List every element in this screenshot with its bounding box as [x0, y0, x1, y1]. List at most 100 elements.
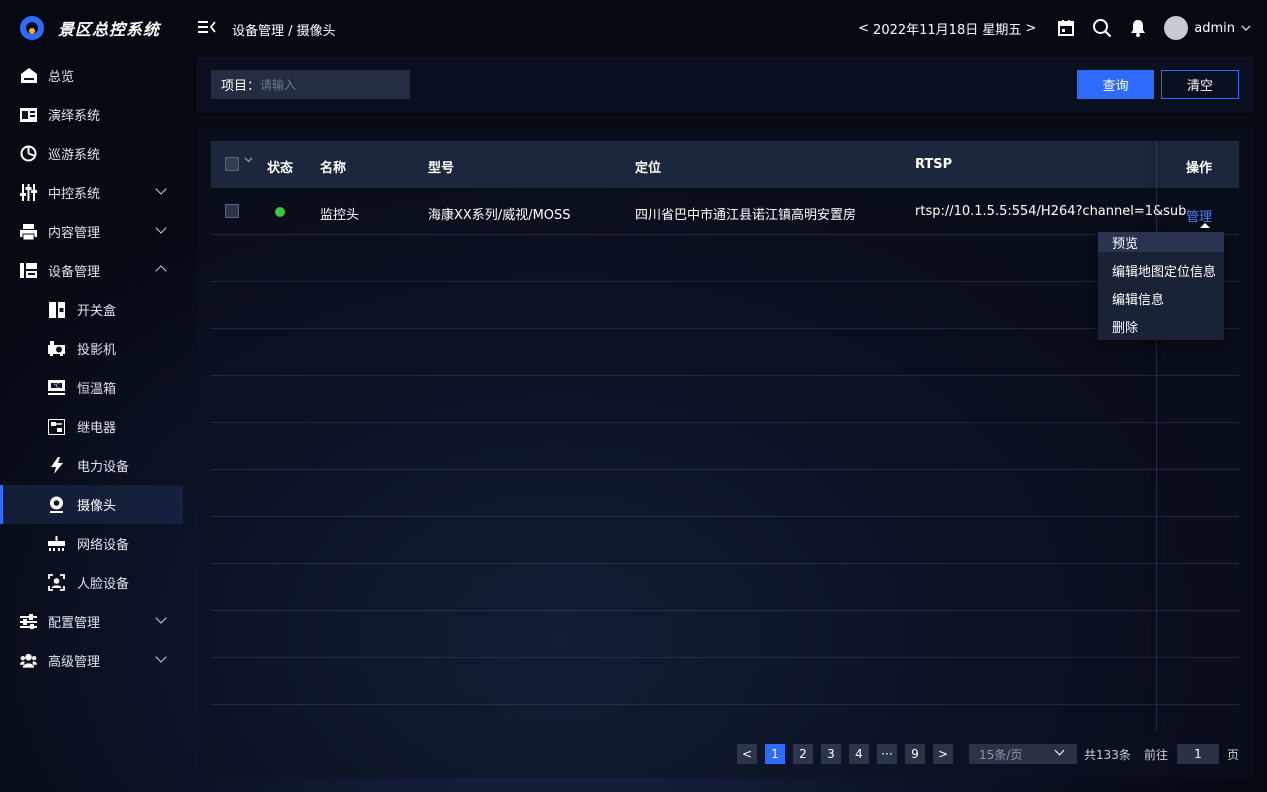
row-checkbox[interactable]: [225, 204, 239, 218]
page-size-value: 15条/页: [979, 747, 1023, 762]
table-row-empty: [211, 658, 1239, 705]
sidebar-subitem-network[interactable]: 网络设备: [0, 524, 183, 563]
column-header-rtsp: RTSP: [915, 157, 953, 172]
next-page-button[interactable]: >: [933, 744, 953, 764]
bell-icon[interactable]: [1128, 18, 1148, 38]
camera-icon: [48, 496, 65, 513]
page-button-1[interactable]: 1: [765, 744, 785, 764]
lightning-icon: [48, 457, 65, 474]
sidebar-subitem-face[interactable]: 人脸设备: [0, 563, 183, 602]
table-row-empty: [211, 470, 1239, 517]
page-button-2[interactable]: 2: [793, 744, 813, 764]
relay-icon: [48, 418, 65, 435]
user-name[interactable]: admin: [1194, 21, 1235, 36]
prev-page-button[interactable]: <: [737, 744, 757, 764]
page-button-4[interactable]: 4: [849, 744, 869, 764]
goto-label: 前往: [1144, 748, 1169, 762]
menu-item-edit-info[interactable]: 编辑信息: [1098, 284, 1224, 312]
fixed-column-divider: [1156, 141, 1157, 731]
project-filter-label: 项目：: [221, 79, 261, 94]
table-row-empty: [211, 235, 1239, 282]
users-icon: [20, 652, 37, 669]
sidebar-subitem-relay[interactable]: 继电器: [0, 407, 183, 446]
page-button-9[interactable]: 9: [905, 744, 925, 764]
menu-item-delete[interactable]: 删除: [1098, 312, 1224, 340]
dropdown-caret: [1200, 223, 1210, 228]
page-button-3[interactable]: 3: [821, 744, 841, 764]
date-next-button[interactable]: >: [1021, 21, 1040, 36]
date-prev-button[interactable]: <: [854, 21, 873, 36]
column-header-status: 状态: [267, 161, 294, 176]
menu-collapse-icon[interactable]: [198, 19, 216, 38]
logo-icon: [20, 16, 44, 40]
chevron-down-icon: [155, 183, 167, 195]
pie-chart-icon: [20, 145, 37, 162]
current-date: 2022年11月18日 星期五: [873, 22, 1022, 38]
table-row[interactable]: 监控头 海康XX系列/威视/MOSS 四川省巴中市通江县诺江镇高明安置房 rts…: [211, 188, 1239, 235]
thermostat-icon: °C: [48, 379, 65, 396]
sidebar-subitem-power[interactable]: 电力设备: [0, 446, 183, 485]
sidebar-subitem-thermostat[interactable]: °C 恒温箱: [0, 368, 183, 407]
total-count: 共133条: [1084, 748, 1131, 762]
printer-icon: [20, 223, 37, 240]
sidebar-item-central-control[interactable]: 中控系统: [0, 173, 183, 212]
sidebar-item-parade[interactable]: 巡游系统: [0, 134, 183, 173]
table-header: 状态 名称 型号 定位 RTSP 操作: [211, 141, 1239, 188]
menu-item-preview[interactable]: 预览: [1098, 232, 1224, 252]
action-dropdown-menu: 预览 编辑地图定位信息 编辑信息 删除: [1098, 232, 1224, 340]
table-row-empty: [211, 423, 1239, 470]
network-icon: [48, 535, 65, 552]
sidebar-subitem-camera[interactable]: 摄像头: [0, 485, 183, 524]
sidebar-item-overview[interactable]: 总览: [0, 56, 183, 95]
table-panel: 状态 名称 型号 定位 RTSP 操作 监控头 海康XX系列/威视/MOSS 四…: [197, 127, 1253, 778]
sidebar-item-advanced[interactable]: 高级管理: [0, 641, 183, 680]
goto-page-input[interactable]: [1177, 744, 1219, 764]
table-row-empty: [211, 611, 1239, 658]
sidebar-item-performance[interactable]: 演绎系统: [0, 95, 183, 134]
sidebar-subitem-projector[interactable]: 投影机: [0, 329, 183, 368]
app-logo[interactable]: 景区总控系统: [20, 16, 160, 40]
table-row-empty: [211, 376, 1239, 423]
id-card-icon: [20, 106, 37, 123]
chevron-down-icon: [1054, 745, 1065, 756]
table-row-empty: [211, 282, 1239, 329]
table-row-empty: [211, 517, 1239, 564]
chevron-down-icon[interactable]: [1241, 23, 1251, 34]
column-header-model: 型号: [428, 161, 455, 176]
chevron-down-icon: [155, 651, 167, 663]
cell-name: 监控头: [320, 208, 360, 223]
header-actions: < 2022年11月18日 星期五 > admin: [854, 14, 1251, 42]
search-icon[interactable]: [1092, 18, 1112, 38]
chevron-down-icon: [155, 222, 167, 234]
page-ellipsis[interactable]: ···: [877, 744, 897, 764]
clear-button[interactable]: 清空: [1161, 70, 1239, 99]
sidebar-subitem-switch-box[interactable]: 开关盒: [0, 290, 183, 329]
project-input[interactable]: [260, 77, 391, 92]
table-row-empty: [211, 564, 1239, 611]
settings-icon: [20, 613, 37, 630]
sliders-icon: [20, 184, 37, 201]
status-online-indicator: [275, 207, 285, 217]
column-header-name: 名称: [320, 161, 347, 176]
home-icon: [20, 67, 37, 84]
chevron-up-icon: [155, 265, 167, 277]
breadcrumb: 设备管理 / 摄像头: [232, 24, 336, 39]
page-size-select[interactable]: 15条/页: [969, 744, 1077, 764]
calendar-icon[interactable]: [1056, 18, 1076, 38]
sidebar-item-config[interactable]: 配置管理: [0, 602, 183, 641]
top-bar: 景区总控系统 设备管理 / 摄像头 < 2022年11月18日 星期五 > ad…: [0, 0, 1267, 56]
chevron-down-icon[interactable]: [244, 156, 253, 166]
cell-model: 海康XX系列/威视/MOSS: [428, 208, 571, 223]
cell-rtsp: rtsp://10.1.5.5:554/H264?channel=1&sub: [915, 204, 1187, 219]
query-button[interactable]: 查询: [1077, 70, 1154, 99]
sidebar-item-content[interactable]: 内容管理: [0, 212, 183, 251]
filter-panel: 项目： 查询 清空: [197, 57, 1253, 113]
select-all-checkbox[interactable]: [225, 157, 239, 171]
sidebar-item-device[interactable]: 设备管理: [0, 251, 183, 290]
device-icon: [20, 262, 37, 279]
chevron-down-icon: [155, 612, 167, 624]
sidebar: 总览 演绎系统 巡游系统 中控系统 内容管理 设备管理 开关盒 投影机 °C 恒…: [0, 56, 183, 680]
menu-item-edit-map-location[interactable]: 编辑地图定位信息: [1098, 256, 1224, 284]
avatar[interactable]: [1164, 16, 1189, 40]
column-header-action: 操作: [1186, 161, 1213, 176]
